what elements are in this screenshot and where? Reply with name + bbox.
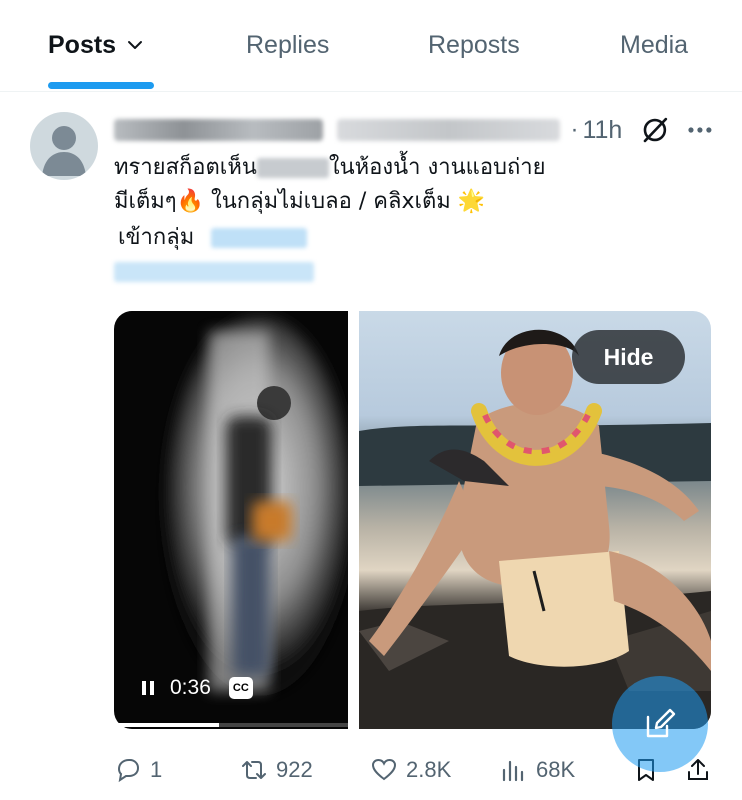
video-controls: 0:36 CC [140,676,253,700]
blurred-display-name[interactable] [114,119,323,141]
avatar[interactable] [30,112,98,180]
post-text-line-3: เข้ากลุ่ม [114,222,308,254]
post-text-part-a: ทรายสก็อตเห็น [114,155,257,180]
views-icon [502,760,524,782]
like-count: 2.8K [406,757,452,782]
repost-button[interactable]: 922 [240,752,313,788]
video-time: 0:36 [170,676,211,699]
tab-reposts[interactable]: Reposts [428,28,520,62]
default-avatar-icon [42,126,86,176]
pause-icon[interactable] [140,678,156,698]
reply-icon [117,759,140,783]
more-icon[interactable] [686,116,714,144]
tab-posts[interactable]: Posts [48,28,144,62]
post-timestamp[interactable]: 11h [582,116,622,145]
video-progress-fill [114,723,220,727]
profile-tabs: Posts Replies Reposts Media [0,0,742,92]
tab-posts-label: Posts [48,30,117,59]
post-actions: 1 922 2.8K 68K [114,752,714,788]
cc-icon[interactable]: CC [228,677,253,699]
reply-button[interactable]: 1 [114,752,162,788]
tab-reposts-label: Reposts [428,30,520,59]
views-button[interactable]: 68K [500,752,575,788]
chevron-down-icon [128,41,143,49]
post-header: · 11h [114,112,714,148]
tab-media-label: Media [620,30,689,59]
tab-replies[interactable]: Replies [246,28,329,62]
tab-media[interactable]: Media [620,28,688,62]
active-tab-indicator [48,82,154,89]
tab-replies-label: Replies [246,30,330,59]
post-text-part-b: ในห้องน้ำ งานแอบถ่าย [328,155,546,180]
post-text-line-4 [114,256,314,288]
post-text-join: เข้ากลุ่ม [118,225,195,250]
post-text-line-2: มีเต็มๆ🔥 ในกลุ่มไม่เบลอ / คลิxเต็ม 🌟 [114,189,486,214]
compose-button[interactable] [612,676,708,772]
blurred-handle[interactable] [336,119,561,141]
repost-icon [242,761,266,779]
blurred-word [256,158,329,178]
repost-count: 922 [276,757,313,782]
like-icon [371,758,397,781]
video-progress-bar[interactable] [114,723,348,727]
blurred-video-frame [164,316,348,696]
compose-icon [646,708,676,738]
header-separator: · [570,116,579,143]
blurred-hashtag-link[interactable] [114,262,314,282]
hide-button[interactable]: Hide [572,330,685,384]
video-thumbnail[interactable] [114,311,348,729]
like-button[interactable]: 2.8K [370,752,451,788]
grok-icon[interactable] [640,115,670,145]
blurred-link[interactable] [211,228,308,248]
reply-count: 1 [150,757,163,782]
views-count: 68K [536,757,576,782]
post-text-line-1: ทรายสก็อตเห็น ในห้องน้ำ งานแอบถ่าย [114,152,546,184]
